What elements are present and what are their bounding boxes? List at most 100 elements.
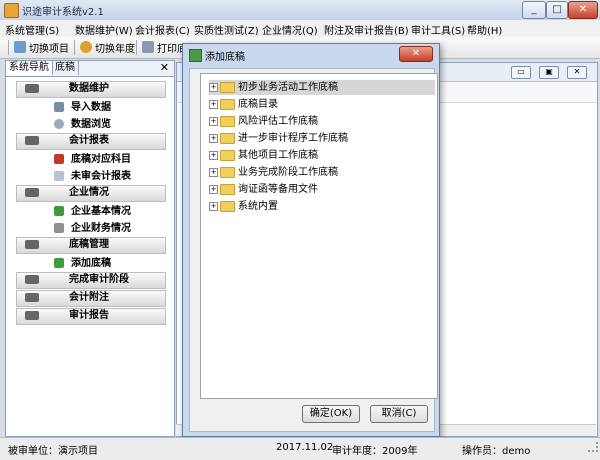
tree-item-label: 初步业务活动工作底稿 xyxy=(238,82,338,93)
close-button[interactable]: ✕ xyxy=(568,1,598,19)
tree-item[interactable]: + 进一步审计程序工作底稿 xyxy=(209,131,348,146)
folder-icon xyxy=(220,200,235,212)
tree-item-label: 其他项目工作底稿 xyxy=(238,150,318,161)
mdi-minimize-icon[interactable]: ▭ xyxy=(511,66,531,79)
expand-icon[interactable]: + xyxy=(209,150,218,160)
cancel-button[interactable]: 取消(C) xyxy=(370,405,428,423)
nav-group-complete-audit[interactable]: 完成审计阶段 xyxy=(16,272,166,289)
dialog-title-bar[interactable]: 添加底稿 ✕ xyxy=(183,44,439,64)
tree-item-label: 底稿目录 xyxy=(238,99,278,110)
window-title: 识途审计系统v2.1 xyxy=(22,7,104,18)
nav-item-add-workpaper[interactable]: 添加底稿 xyxy=(16,255,166,272)
report-icon xyxy=(25,311,39,320)
building-icon xyxy=(25,188,39,197)
cart-icon xyxy=(25,240,39,249)
nav-group-data-maintenance[interactable]: 数据维护 xyxy=(16,81,166,98)
workpaper-tree: + 初步业务活动工作底稿 + 底稿目录 + 风险评估工作底稿 + 进一步审计程序工作底稿… xyxy=(200,73,438,399)
nav-close-icon[interactable]: ✕ xyxy=(160,61,169,75)
tree-item[interactable]: + 底稿目录 xyxy=(209,97,278,112)
toolbar-separator xyxy=(74,40,75,55)
menu-notes-report[interactable]: 附注及审计报告(B) xyxy=(324,22,409,37)
nav-item-enterprise-finance[interactable]: 企业财务情况 xyxy=(16,220,166,237)
nav-item-enterprise-basic[interactable]: 企业基本情况 xyxy=(16,203,166,220)
nav-item-label: 导入数据 xyxy=(71,102,111,113)
toolbar-grip xyxy=(8,40,9,55)
expand-icon[interactable]: + xyxy=(209,184,218,194)
tab-workpapers[interactable]: 底稿 xyxy=(52,61,79,75)
menu-tools[interactable]: 审计工具(S) xyxy=(411,22,465,37)
expand-icon[interactable]: + xyxy=(209,116,218,126)
folder-icon xyxy=(220,183,235,195)
menu-system[interactable]: 系统管理(S) xyxy=(5,22,59,37)
menu-data[interactable]: 数据维护(W) xyxy=(75,22,133,37)
tree-item-label: 业务完成阶段工作底稿 xyxy=(238,167,338,178)
nav-group-audit-report[interactable]: 审计报告 xyxy=(16,308,166,325)
nav-group-label: 会计报表 xyxy=(69,135,109,146)
expand-icon[interactable]: + xyxy=(209,133,218,143)
switch-project-button[interactable]: 切换项目 xyxy=(14,39,69,55)
resize-grip-icon[interactable] xyxy=(588,442,598,452)
tree-item[interactable]: + 业务完成阶段工作底稿 xyxy=(209,165,338,180)
switch-project-label: 切换项目 xyxy=(29,43,69,55)
nav-group-workpaper-management[interactable]: 底稿管理 xyxy=(16,237,166,254)
tree-item-label: 系统内置 xyxy=(238,201,278,212)
grid-icon xyxy=(189,49,202,62)
dialog-close-button[interactable]: ✕ xyxy=(399,46,433,62)
menu-bar: 系统管理(S) 数据维护(W) 会计报表(C) 实质性测试(Z) 企业情况(Q)… xyxy=(0,20,600,38)
folder-icon xyxy=(220,132,235,144)
tree-item[interactable]: + 询证函等备用文件 xyxy=(209,182,318,197)
menu-enterprise[interactable]: 企业情况(Q) xyxy=(262,22,318,37)
nav-item-label: 未审会计报表 xyxy=(71,171,131,182)
nav-group-label: 审计报告 xyxy=(69,310,109,321)
folder-icon xyxy=(220,166,235,178)
tree-item[interactable]: + 系统内置 xyxy=(209,199,278,214)
tree-item-label: 询证函等备用文件 xyxy=(238,184,318,195)
menu-reports[interactable]: 会计报表(C) xyxy=(135,22,190,37)
tree-item-label: 进一步审计程序工作底稿 xyxy=(238,133,348,144)
tree-item-label: 风险评估工作底稿 xyxy=(238,116,318,127)
expand-icon[interactable]: + xyxy=(209,201,218,211)
folder-icon xyxy=(220,149,235,161)
dialog-body: + 初步业务活动工作底稿 + 底稿目录 + 风险评估工作底稿 + 进一步审计程序工作底稿… xyxy=(189,68,438,432)
status-audit-year: 审计年度：2009年 xyxy=(332,446,418,457)
mdi-close-icon[interactable]: ✕ xyxy=(567,66,587,79)
expand-icon[interactable]: + xyxy=(209,167,218,177)
ok-button[interactable]: 确定(OK) xyxy=(302,405,360,423)
nav-item-label: 企业基本情况 xyxy=(71,206,131,217)
tree-item[interactable]: + 风险评估工作底稿 xyxy=(209,114,318,129)
switch-year-label: 切换年度 xyxy=(95,43,135,55)
nav-group-label: 会计附注 xyxy=(69,292,109,303)
status-operator: 操作员：demo xyxy=(462,446,531,457)
navigation-panel: 系统导航 底稿 ✕ 数据维护 导入数据 数据浏览 会计报表 底稿对应科目 未审会… xyxy=(5,60,175,437)
switch-year-button[interactable]: 切换年度 xyxy=(80,39,135,55)
status-audited-unit: 被审单位：演示项目 xyxy=(8,446,98,457)
notes-icon xyxy=(25,293,39,302)
nav-group-notes[interactable]: 会计附注 xyxy=(16,290,166,307)
nav-item-import-data[interactable]: 导入数据 xyxy=(16,99,166,116)
tree-item[interactable]: + 初步业务活动工作底稿 xyxy=(209,80,435,95)
list-icon xyxy=(54,171,64,181)
info-icon xyxy=(54,206,64,216)
mdi-maximize-icon[interactable]: ▣ xyxy=(539,66,559,79)
nav-tabs: 系统导航 底稿 ✕ xyxy=(6,61,174,77)
year-icon xyxy=(80,41,92,53)
add-icon xyxy=(54,258,64,268)
maximize-button[interactable]: □ xyxy=(546,1,568,19)
balance-icon xyxy=(25,136,39,145)
nav-item-unaudited-reports[interactable]: 未审会计报表 xyxy=(16,168,166,185)
title-bar: 识途审计系统v2.1 _ □ ✕ xyxy=(0,0,600,21)
menu-help[interactable]: 帮助(H) xyxy=(467,22,502,37)
expand-icon[interactable]: + xyxy=(209,82,218,92)
tree-item[interactable]: + 其他项目工作底稿 xyxy=(209,148,318,163)
nav-list: 数据维护 导入数据 数据浏览 会计报表 底稿对应科目 未审会计报表 企业情况 企… xyxy=(16,81,166,326)
import-icon xyxy=(54,102,64,112)
nav-item-account-mapping[interactable]: 底稿对应科目 xyxy=(16,151,166,168)
nav-item-browse-data[interactable]: 数据浏览 xyxy=(16,116,166,133)
nav-group-label: 企业情况 xyxy=(69,187,109,198)
nav-group-reports[interactable]: 会计报表 xyxy=(16,133,166,150)
tab-system-nav[interactable]: 系统导航 xyxy=(6,61,53,75)
minimize-button[interactable]: _ xyxy=(522,1,546,19)
menu-substantive-test[interactable]: 实质性测试(Z) xyxy=(194,22,259,37)
nav-group-enterprise[interactable]: 企业情况 xyxy=(16,185,166,202)
expand-icon[interactable]: + xyxy=(209,99,218,109)
